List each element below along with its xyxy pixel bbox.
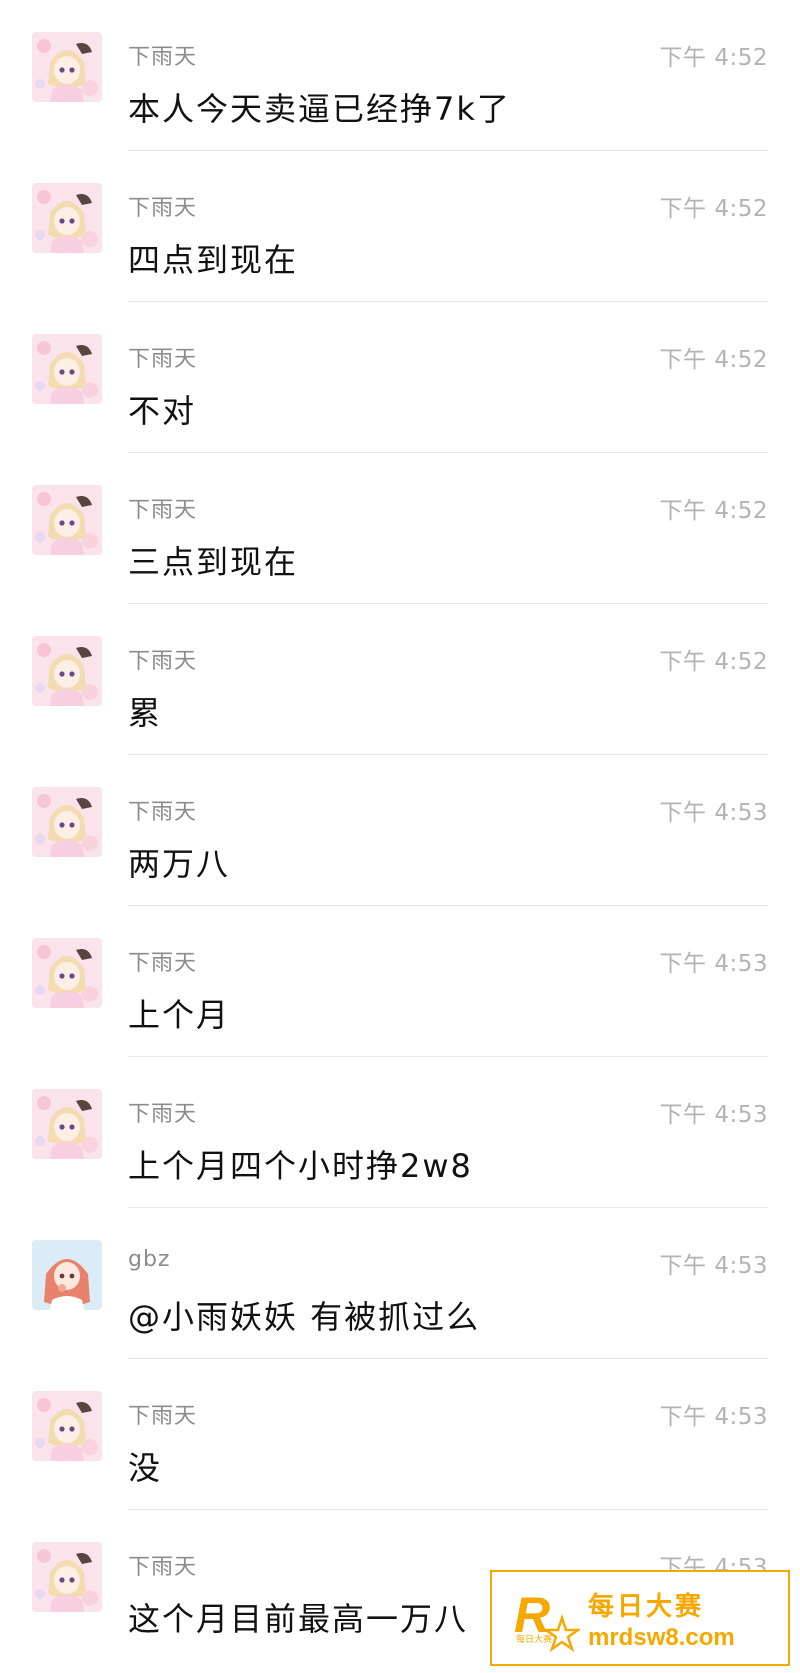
message-time: 下午 4:53 — [659, 1102, 768, 1128]
sender-name: 下雨天 — [128, 1102, 198, 1127]
sender-name: gbz — [128, 1247, 171, 1272]
message-time: 下午 4:52 — [659, 45, 768, 71]
message-time: 下午 4:52 — [659, 347, 768, 373]
chat-message[interactable]: 下雨天 下午 4:52 四点到现在 — [0, 151, 800, 302]
sender-avatar[interactable] — [32, 636, 102, 706]
sender-avatar[interactable] — [32, 183, 102, 253]
star-logo-icon: R 每日大赛 — [514, 1587, 580, 1653]
sender-avatar[interactable] — [32, 334, 102, 404]
sender-name: 下雨天 — [128, 649, 198, 674]
sender-name: 下雨天 — [128, 1555, 198, 1580]
chat-message[interactable]: 下雨天 下午 4:52 不对 — [0, 302, 800, 453]
anime-girl-avatar-icon — [32, 334, 102, 404]
red-hair-girl-avatar-icon — [32, 1240, 102, 1310]
sender-name: 下雨天 — [128, 347, 198, 372]
message-text: 上个月四个小时挣2w8 — [128, 1147, 473, 1185]
message-text: 这个月目前最高一万八 — [128, 1600, 469, 1638]
chat-message-list[interactable]: 下雨天 下午 4:52 本人今天卖逼已经挣7k了 下雨天 下午 4:52 四点到… — [0, 0, 800, 1661]
chat-message[interactable]: 下雨天 下午 4:52 累 — [0, 604, 800, 755]
message-text: 没 — [128, 1449, 163, 1487]
sender-avatar[interactable] — [32, 485, 102, 555]
chat-message[interactable]: 下雨天 下午 4:52 三点到现在 — [0, 453, 800, 604]
message-text: 三点到现在 — [128, 543, 299, 581]
sender-name: 下雨天 — [128, 498, 198, 523]
anime-girl-avatar-icon — [32, 938, 102, 1008]
message-time: 下午 4:52 — [659, 498, 768, 524]
sender-avatar[interactable] — [32, 938, 102, 1008]
watermark-url: mrdsw8.com — [588, 1624, 735, 1651]
sender-avatar[interactable] — [32, 787, 102, 857]
message-text: 四点到现在 — [128, 241, 299, 279]
message-time: 下午 4:53 — [659, 800, 768, 826]
chat-message[interactable]: 下雨天 下午 4:53 上个月 — [0, 906, 800, 1057]
message-time: 下午 4:53 — [659, 1404, 768, 1430]
chat-message[interactable]: gbz 下午 4:53 @小雨妖妖 有被抓过么 — [0, 1208, 800, 1359]
sender-name: 下雨天 — [128, 1404, 198, 1429]
message-time: 下午 4:52 — [659, 196, 768, 222]
message-text: 累 — [128, 694, 163, 732]
site-watermark: R 每日大赛 每日大赛 mrdsw8.com — [490, 1570, 790, 1666]
chat-message[interactable]: 下雨天 下午 4:53 两万八 — [0, 755, 800, 906]
message-text: 两万八 — [128, 845, 231, 883]
chat-message[interactable]: 下雨天 下午 4:53 上个月四个小时挣2w8 — [0, 1057, 800, 1208]
sender-avatar[interactable] — [32, 1391, 102, 1461]
anime-girl-avatar-icon — [32, 1089, 102, 1159]
svg-text:每日大赛: 每日大赛 — [516, 1633, 552, 1645]
message-time: 下午 4:53 — [659, 1253, 768, 1279]
anime-girl-avatar-icon — [32, 32, 102, 102]
sender-avatar[interactable] — [32, 1089, 102, 1159]
anime-girl-avatar-icon — [32, 485, 102, 555]
sender-avatar[interactable] — [32, 1542, 102, 1612]
message-text: 本人今天卖逼已经挣7k了 — [128, 90, 511, 128]
chat-message[interactable]: 下雨天 下午 4:52 本人今天卖逼已经挣7k了 — [0, 0, 800, 151]
message-time: 下午 4:52 — [659, 649, 768, 675]
sender-avatar[interactable] — [32, 1240, 102, 1310]
anime-girl-avatar-icon — [32, 636, 102, 706]
anime-girl-avatar-icon — [32, 787, 102, 857]
anime-girl-avatar-icon — [32, 1542, 102, 1612]
sender-name: 下雨天 — [128, 800, 198, 825]
anime-girl-avatar-icon — [32, 1391, 102, 1461]
watermark-title: 每日大赛 — [588, 1592, 705, 1622]
sender-avatar[interactable] — [32, 32, 102, 102]
message-text: 上个月 — [128, 996, 231, 1034]
sender-name: 下雨天 — [128, 196, 198, 221]
chat-message[interactable]: 下雨天 下午 4:53 没 — [0, 1359, 800, 1510]
sender-name: 下雨天 — [128, 45, 198, 70]
message-time: 下午 4:53 — [659, 951, 768, 977]
sender-name: 下雨天 — [128, 951, 198, 976]
message-text: @小雨妖妖 有被抓过么 — [128, 1298, 481, 1336]
message-text: 不对 — [128, 392, 197, 430]
anime-girl-avatar-icon — [32, 183, 102, 253]
